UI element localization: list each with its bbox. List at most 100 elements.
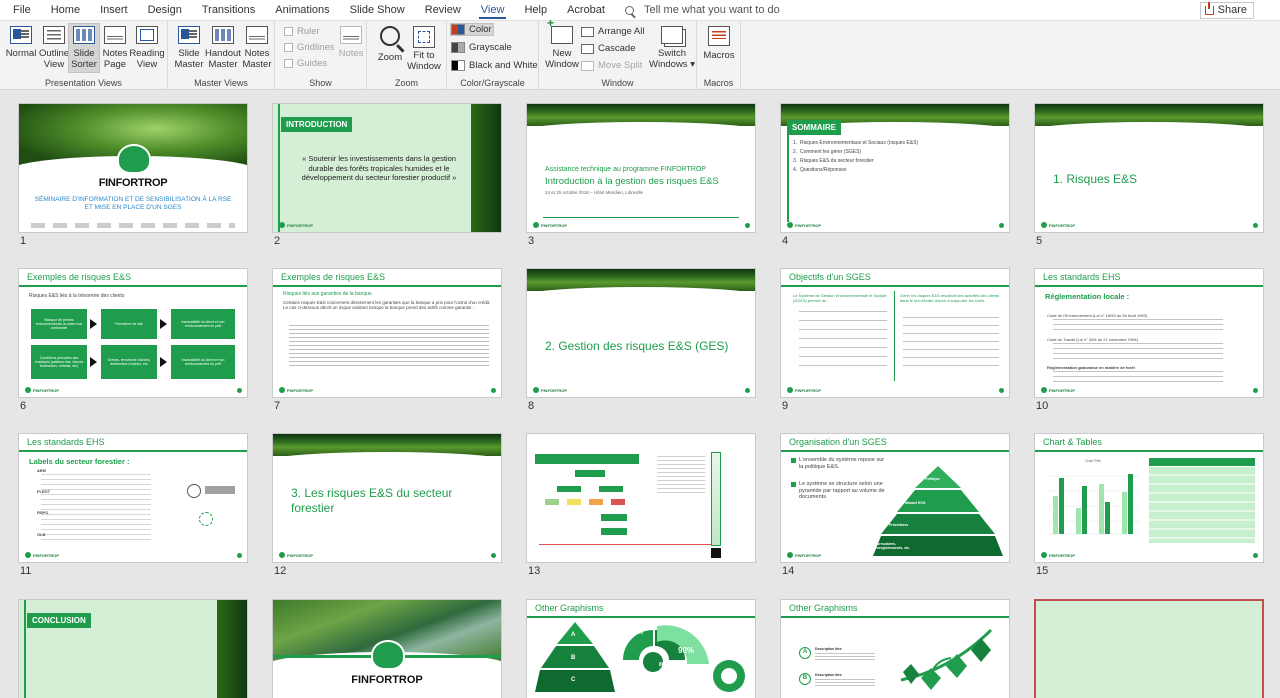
slide-thumbnail-3[interactable]: Assistance technique au programme FINFOR… (526, 103, 756, 233)
slide-thumbnail-8[interactable]: 2. Gestion des risques E&S (GES) FINFORT… (526, 268, 756, 398)
menu-design[interactable]: Design (138, 0, 192, 20)
menu-file[interactable]: File (0, 0, 41, 20)
notes-icon (340, 26, 362, 44)
notes-page-icon (104, 26, 126, 44)
slide-number: 9 (782, 400, 789, 412)
slide-thumbnail-16[interactable]: CONCLUSION (18, 599, 248, 698)
sommaire-item: 2. Comment les gérer (SGES) (793, 149, 862, 155)
slide-thumbnail-12[interactable]: 3. Les risques E&S du secteur forestier … (272, 433, 502, 563)
slide-thumbnail-14[interactable]: Organisation d'un SGES L'ensemble du sys… (780, 433, 1010, 563)
notes-master-button[interactable]: Notes Master (241, 24, 273, 70)
footer-logo: FINFORTROP (533, 222, 567, 228)
normal-label: Normal (5, 48, 37, 59)
macros-button[interactable]: Macros (702, 24, 736, 61)
menu-home[interactable]: Home (41, 0, 90, 20)
forest-banner (273, 434, 501, 460)
black-white-button[interactable]: Black and White (451, 60, 538, 71)
menu-review[interactable]: Review (415, 0, 471, 20)
menu-transitions[interactable]: Transitions (192, 0, 265, 20)
text-lines (815, 653, 875, 661)
slide-thumbnail-5[interactable]: 1. Risques E&S FINFORTROP (1034, 103, 1264, 233)
slide-tag: SOMMAIRE (787, 120, 841, 135)
group-label-master-views: Master Views (194, 78, 248, 88)
ruler-box (284, 27, 293, 36)
share-icon (1204, 2, 1214, 15)
guides-checkbox[interactable]: Guides (284, 58, 327, 69)
slide-thumbnail-15[interactable]: Chart & Tables Chart Title FINFORTROP (1034, 433, 1264, 563)
slide-thumbnail-9[interactable]: Objectifs d'un SGES Le Système de Gestio… (780, 268, 1010, 398)
slide-7-subtitle: Risques liés aux garanties de la banque. (283, 291, 374, 297)
zoom-button[interactable]: Zoom (376, 24, 404, 63)
color-label: Color (469, 24, 492, 35)
slide-thumbnail-18[interactable]: Other Graphisms A B C 60% 90% 80% (526, 599, 756, 698)
fit-to-window-button[interactable]: Fit to Window (405, 24, 443, 72)
flow-box (601, 528, 627, 535)
notes-label: Notes (338, 48, 364, 59)
slide-master-button[interactable]: Slide Master (173, 24, 205, 70)
slide-thumbnail-19[interactable]: Other Graphisms A Description titre B De… (780, 599, 1010, 698)
handout-master-button[interactable]: Handout Master (205, 24, 241, 70)
menu-view[interactable]: View (471, 0, 515, 20)
slide-thumbnail-4[interactable]: SOMMAIRE 1. Risques Environnementaux et … (780, 103, 1010, 233)
menu-slide-show[interactable]: Slide Show (340, 0, 415, 20)
slide-number: 10 (1036, 400, 1049, 412)
notes-page-button[interactable]: Notes Page (101, 24, 129, 70)
slide-10-line3: Réglementation gabonaise en matière de f… (1047, 365, 1135, 370)
menu-animations[interactable]: Animations (265, 0, 339, 20)
slide-thumbnail-13[interactable] (526, 433, 756, 563)
outline-view-button[interactable]: Outline View (38, 24, 70, 70)
cascade-button[interactable]: Cascade (581, 43, 636, 54)
share-button[interactable]: Share (1199, 2, 1254, 19)
slide-thumbnail-17[interactable]: FINFORTROP (272, 599, 502, 698)
slide-title: Objectifs d'un SGES (789, 272, 871, 282)
slide-thumbnail-7[interactable]: Exemples de risques E&S Risques liés aux… (272, 268, 502, 398)
slide-title: Les standards EHS (27, 437, 105, 447)
new-window-label: New Window (545, 48, 579, 70)
new-window-button[interactable]: New Window (545, 18, 579, 70)
label-logo-icon (187, 484, 201, 498)
partner-logos (31, 223, 235, 228)
page-dot (237, 553, 242, 558)
sommaire-item-text: Comment les gérer (SGES) (799, 149, 862, 155)
footer-logo: FINFORTROP (787, 552, 821, 558)
tell-me-search[interactable]: Tell me what you want to do (624, 4, 780, 16)
group-label-color: Color/Grayscale (460, 78, 525, 88)
footer-logo: FINFORTROP (1041, 222, 1075, 228)
title-underline (1035, 450, 1263, 452)
column-divider (894, 291, 895, 381)
arrow-right-icon (90, 319, 97, 329)
slide-number: 12 (274, 565, 287, 577)
text-lines (1053, 319, 1223, 333)
slide-thumbnail-6[interactable]: Exemples de risques E&S Risques E&S liés… (18, 268, 248, 398)
slide-thumbnail-11[interactable]: Les standards EHS Labels du secteur fore… (18, 433, 248, 563)
text-lines (815, 679, 875, 687)
menu-insert[interactable]: Insert (90, 0, 138, 20)
slide-sorter-button[interactable]: Slide Sorter (68, 23, 100, 73)
page-dot (999, 223, 1004, 228)
color-button[interactable]: Color (450, 23, 494, 36)
footer-logo: FINFORTROP (279, 222, 313, 228)
flow-header (535, 454, 639, 464)
gridlines-checkbox[interactable]: Gridlines (284, 42, 335, 53)
move-split-button[interactable]: Move Split (581, 60, 642, 71)
grayscale-button[interactable]: Grayscale (451, 42, 512, 53)
ruler-checkbox[interactable]: Ruler (284, 26, 320, 37)
slide-thumbnail-2[interactable]: INTRODUCTION « Soutenir les investisseme… (272, 103, 502, 233)
slide-title: Other Graphisms (789, 603, 858, 613)
group-label-window: Window (601, 78, 634, 88)
slide-number: 14 (782, 565, 795, 577)
arrange-all-button[interactable]: Arrange All (581, 26, 644, 37)
slide-thumbnail-1[interactable]: FINFORTROP SÉMINAIRE D'INFORMATION ET DE… (18, 103, 248, 233)
notes-button[interactable]: Notes (337, 24, 365, 59)
slide-thumbnail-20[interactable] (1034, 599, 1264, 698)
slide-title: Chart & Tables (1043, 437, 1102, 447)
slide-thumbnail-10[interactable]: Les standards EHS Réglementation locale … (1034, 268, 1264, 398)
gridlines-label: Gridlines (297, 42, 335, 53)
menu-acrobat[interactable]: Acrobat (557, 0, 615, 20)
group-show: Ruler Gridlines Guides Notes Show (275, 21, 367, 90)
tree-logo-icon (117, 144, 151, 174)
bullet-icon (791, 482, 796, 487)
switch-windows-button[interactable]: Switch Windows ▾ (649, 24, 695, 70)
reading-view-button[interactable]: Reading View (129, 24, 165, 70)
normal-view-button[interactable]: Normal (4, 24, 38, 59)
